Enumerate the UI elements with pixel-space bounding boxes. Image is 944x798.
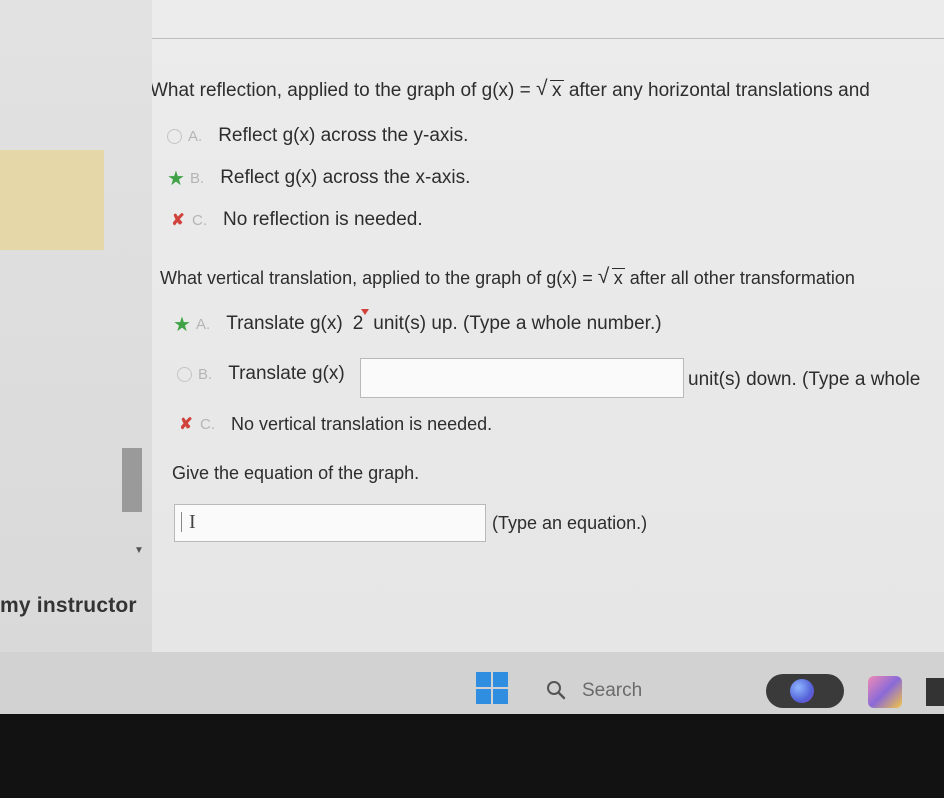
- question-2-text: What vertical translation, applied to th…: [160, 266, 855, 289]
- star-correct-icon: ★: [167, 167, 185, 190]
- option-letter: A.: [188, 127, 203, 145]
- option-suffix: unit(s) up. (Type a whole number.): [373, 313, 662, 334]
- cross-incorrect-icon: ✘: [179, 416, 193, 433]
- question-panel: What reflection, applied to the graph of…: [152, 0, 944, 652]
- monitor-bezel: [0, 714, 944, 798]
- taskbar-search-label[interactable]: Search: [582, 680, 642, 702]
- left-sidebar: ▼ my instructor: [0, 0, 152, 652]
- search-icon[interactable]: [546, 680, 566, 700]
- option-letter: B.: [198, 365, 213, 383]
- q1-option-c[interactable]: ✘ C. No reflection is needed.: [166, 208, 423, 232]
- divider: [152, 38, 944, 39]
- question-1-suffix: after any horizontal translations and: [568, 80, 870, 101]
- sidebar-scrollbar-thumb[interactable]: [122, 448, 142, 512]
- text-cursor-icon: I: [189, 511, 196, 533]
- q2-option-b-suffix-wrap: unit(s) down. (Type a whole: [688, 369, 920, 391]
- app-icon[interactable]: [868, 676, 902, 708]
- chevron-down-icon[interactable]: ▼: [134, 545, 144, 556]
- sidebar-footer-text[interactable]: my instructor: [0, 594, 137, 618]
- option-label: Reflect g(x) across the x-axis.: [220, 167, 471, 188]
- option-label: Reflect g(x) across the y-axis.: [218, 125, 469, 146]
- option-letter: C.: [200, 415, 215, 433]
- cross-incorrect-icon: ✘: [171, 212, 185, 229]
- option-suffix: unit(s) down. (Type a whole: [688, 369, 921, 390]
- question-1-prefix: What reflection, applied to the graph of…: [152, 80, 531, 101]
- option-label: No reflection is needed.: [223, 209, 423, 230]
- sqrt-expression: x: [537, 78, 564, 101]
- equation-input[interactable]: I: [174, 504, 486, 542]
- option-prefix: Translate g(x): [228, 363, 345, 384]
- question-3-text: Give the equation of the graph.: [172, 463, 420, 483]
- copilot-icon[interactable]: [790, 679, 814, 703]
- text-caret: [181, 512, 182, 532]
- question-1-text: What reflection, applied to the graph of…: [152, 78, 870, 102]
- radicand: x: [613, 268, 623, 288]
- q2-option-c[interactable]: ✘ C. No vertical translation is needed.: [174, 412, 492, 436]
- question-2-prefix: What vertical translation, applied to th…: [160, 268, 593, 288]
- star-correct-icon: ★: [173, 313, 191, 336]
- question-2-suffix: after all other transformation: [629, 268, 855, 288]
- sidebar-highlight-item[interactable]: [0, 150, 104, 250]
- sqrt-expression: x: [598, 266, 625, 288]
- q2-option-b-input[interactable]: [360, 358, 684, 398]
- radio-button[interactable]: [162, 124, 186, 148]
- app-icon[interactable]: [926, 678, 944, 706]
- q2-option-a[interactable]: ★ A. Translate g(x) 2 unit(s) up. (Type …: [170, 309, 662, 336]
- q1-option-b[interactable]: ★ B. Reflect g(x) across the x-axis.: [164, 166, 470, 190]
- option-letter: B.: [190, 169, 205, 187]
- option-prefix: Translate g(x): [226, 313, 343, 334]
- windows-start-icon[interactable]: [476, 672, 508, 704]
- equation-hint: (Type an equation.): [492, 513, 648, 533]
- q2-option-b[interactable]: B. Translate g(x): [172, 362, 345, 386]
- option-letter: C.: [192, 211, 207, 229]
- q1-option-a[interactable]: A. Reflect g(x) across the y-axis.: [162, 124, 468, 148]
- option-label: No vertical translation is needed.: [231, 413, 493, 434]
- radicand: x: [552, 80, 562, 101]
- answer-value: 2: [352, 309, 369, 334]
- radio-button[interactable]: [172, 362, 196, 386]
- option-letter: A.: [196, 315, 211, 333]
